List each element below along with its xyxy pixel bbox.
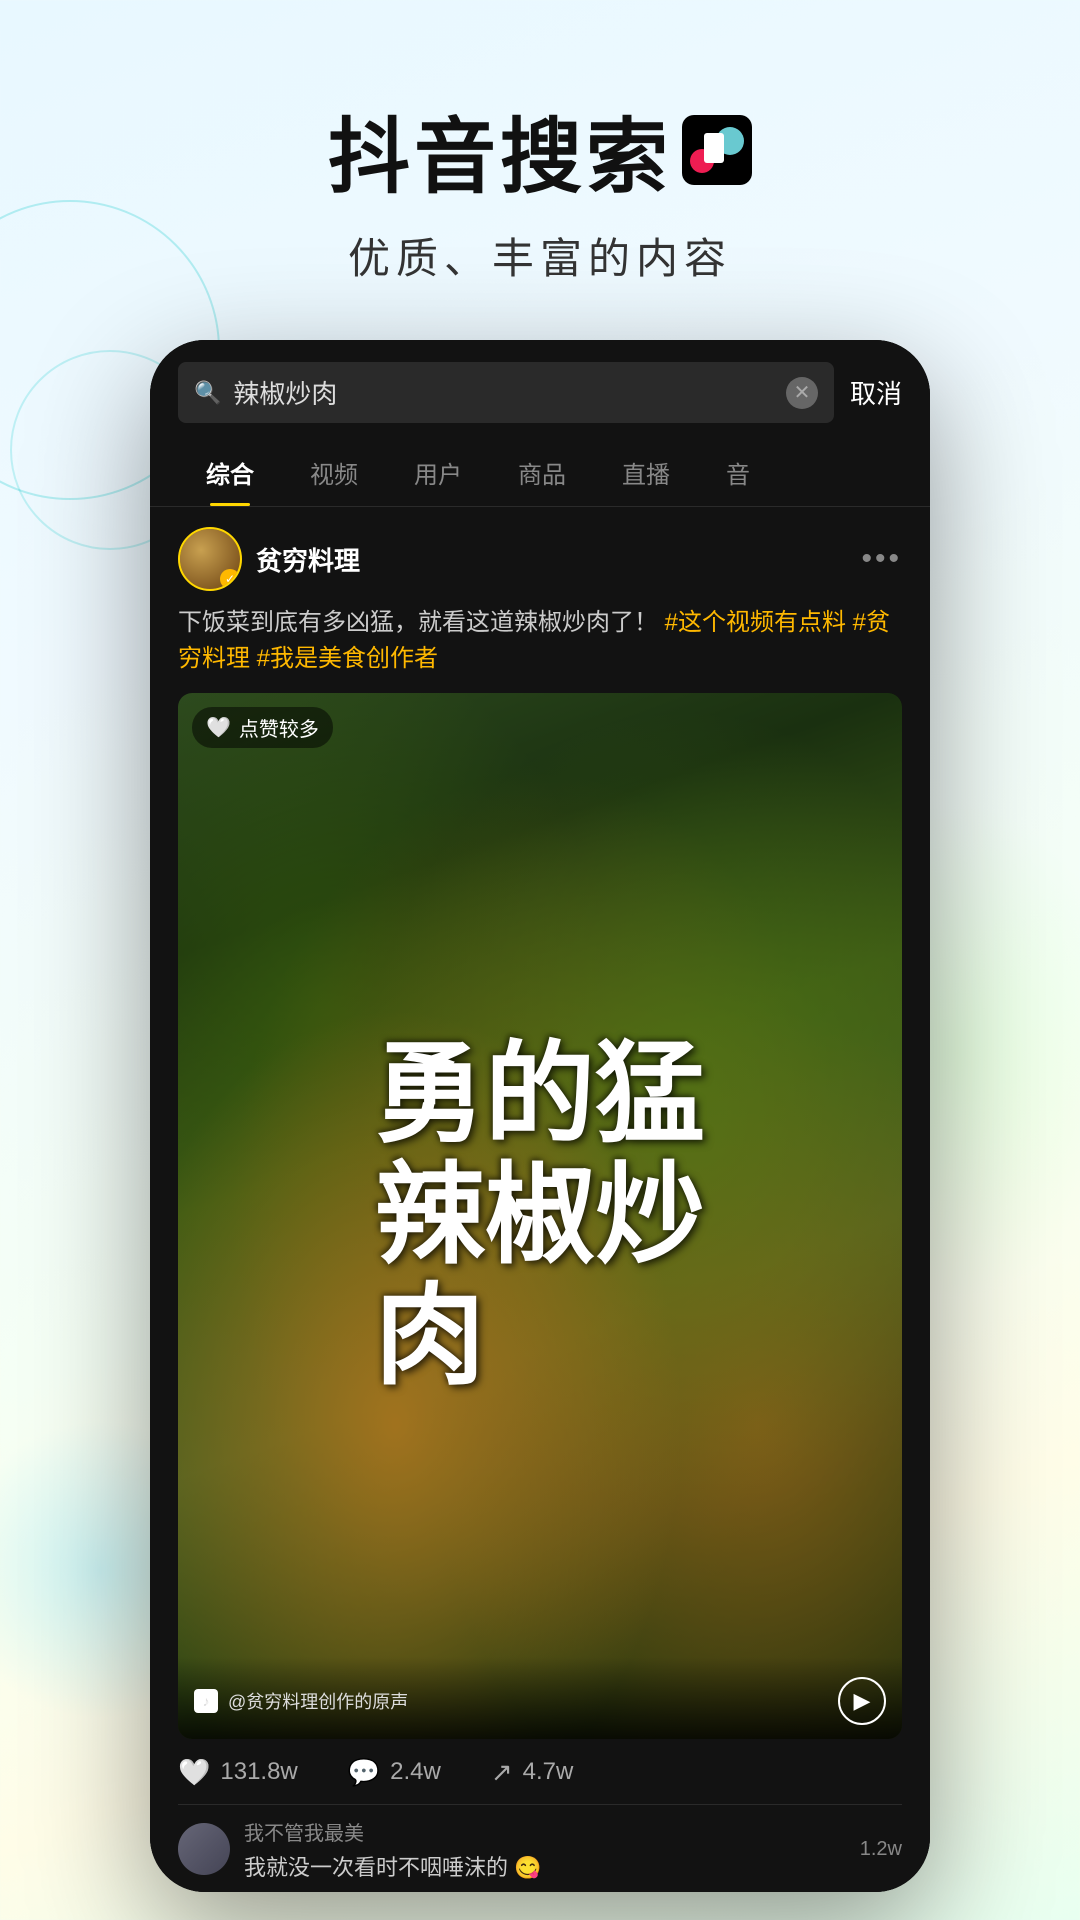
commenter-name: 我不管我最美 [244,1817,846,1846]
search-clear-button[interactable]: ✕ [786,377,818,409]
play-button[interactable]: ▶ [838,1677,886,1725]
stats-row: 🤍 131.8w 💬 2.4w ↗ 4.7w [178,1739,902,1804]
comment-stat-icon: 💬 [348,1757,380,1788]
likes-stat[interactable]: 🤍 131.8w [178,1757,298,1788]
video-text-overlay: 勇的猛辣椒炒肉 [178,693,902,1739]
tiktok-small-icon: ♪ [194,1689,218,1713]
shares-stat[interactable]: ↗ 4.7w [491,1757,574,1788]
audio-info: ♪ @贫穷料理创作的原声 [194,1688,408,1714]
author-row: ✓ 贫穷料理 ••• [178,527,902,591]
tab-综合[interactable]: 综合 [178,439,282,506]
comment-preview: 我不管我最美 我就没一次看时不咽唾沫的 😋 1.2w [178,1804,902,1892]
author-name-text[interactable]: 贫穷料理 [256,541,360,578]
tab-商品[interactable]: 商品 [490,439,594,506]
app-subtitle: 优质、丰富的内容 [0,225,1080,286]
tab-label-视频: 视频 [310,462,358,489]
phone-screen: 🔍 辣椒炒肉 ✕ 取消 综合 视频 用户 商品 直播 音 [150,340,930,1892]
tab-label-音: 音 [726,462,750,489]
search-bar: 🔍 辣椒炒肉 ✕ 取消 [150,340,930,439]
shares-count: 4.7w [523,1758,574,1786]
post-description: 下饭菜到底有多凶猛，就看这道辣椒炒肉了！ #这个视频有点料 #贫穷料理 #我是美… [178,605,902,677]
author-info: ✓ 贫穷料理 [178,527,360,591]
comment-content: 我不管我最美 我就没一次看时不咽唾沫的 😋 [244,1817,846,1882]
app-header: 抖音搜索 优质、丰富的内容 [0,0,1080,336]
likes-count: 131.8w [220,1758,297,1786]
tab-label-直播: 直播 [622,462,670,489]
search-cancel-button[interactable]: 取消 [850,374,902,411]
search-input-container[interactable]: 🔍 辣椒炒肉 ✕ [178,362,834,423]
tiktok-logo-icon [682,115,752,185]
more-options-icon[interactable]: ••• [861,542,902,576]
tiktok-note [704,133,724,163]
content-area: ✓ 贫穷料理 ••• 下饭菜到底有多凶猛，就看这道辣椒炒肉了！ #这个视频有点料… [150,507,930,1892]
tab-label-商品: 商品 [518,462,566,489]
tab-label-综合: 综合 [206,462,254,489]
audio-label-text: @贫穷料理创作的原声 [228,1688,408,1714]
comment-avatar [178,1823,230,1875]
comment-likes-count: 1.2w [860,1838,902,1861]
heart-stat-icon: 🤍 [178,1757,210,1788]
share-stat-icon: ↗ [491,1757,513,1788]
verified-badge-icon: ✓ [220,569,240,589]
tab-音[interactable]: 音 [698,439,778,506]
author-avatar[interactable]: ✓ [178,527,242,591]
app-title-text: 抖音搜索 [328,90,672,209]
app-title-row: 抖音搜索 [0,90,1080,209]
video-thumbnail[interactable]: 🤍 点赞较多 勇的猛辣椒炒肉 ♪ @贫穷料理创作的原声 ▶ [178,693,902,1739]
comments-count: 2.4w [390,1758,441,1786]
video-big-text: 勇的猛辣椒炒肉 [375,1034,705,1397]
video-bottom-bar: ♪ @贫穷料理创作的原声 ▶ [178,1657,902,1739]
post-description-text: 下饭菜到底有多凶猛，就看这道辣椒炒肉了！ [178,609,658,636]
tab-bar: 综合 视频 用户 商品 直播 音 [150,439,930,507]
tab-用户[interactable]: 用户 [386,439,490,506]
comments-stat[interactable]: 💬 2.4w [348,1757,441,1788]
phone-mockup: 🔍 辣椒炒肉 ✕ 取消 综合 视频 用户 商品 直播 音 [150,340,930,1892]
tab-label-用户: 用户 [414,462,462,489]
search-query-text: 辣椒炒肉 [233,374,774,411]
search-icon: 🔍 [194,380,221,406]
tab-直播[interactable]: 直播 [594,439,698,506]
comment-text: 我就没一次看时不咽唾沫的 😋 [244,1850,846,1882]
tab-视频[interactable]: 视频 [282,439,386,506]
